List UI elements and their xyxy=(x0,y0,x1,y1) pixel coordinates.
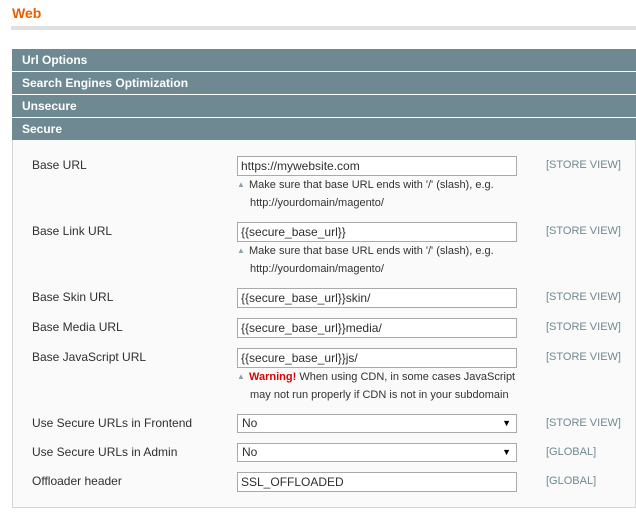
offloader-header-scope: [GLOBAL] xyxy=(546,475,597,487)
note-text: may not run properly if CDN is not in yo… xyxy=(250,389,509,401)
note-text: When using CDN, in some cases JavaScript xyxy=(299,371,516,383)
warning-label: Warning! xyxy=(249,371,297,383)
section-url-options[interactable]: Url Options xyxy=(12,49,636,71)
base-skin-url-scope: [STORE VIEW] xyxy=(546,291,621,303)
base-js-url-input[interactable] xyxy=(237,348,517,368)
note-text: Make sure that base URL ends with '/' (s… xyxy=(249,245,494,257)
base-url-note: ▲ Make sure that base URL ends with '/' (… xyxy=(237,176,527,212)
base-link-url-note: ▲ Make sure that base URL ends with '/' (… xyxy=(237,242,527,278)
base-js-url-note: ▲ Warning! When using CDN, in some cases … xyxy=(237,368,527,404)
title-divider xyxy=(11,26,636,30)
note-text: Make sure that base URL ends with '/' (s… xyxy=(249,179,494,191)
section-unsecure[interactable]: Unsecure xyxy=(12,95,636,117)
use-secure-admin-scope: [GLOBAL] xyxy=(546,446,597,458)
base-url-input[interactable] xyxy=(237,156,517,176)
use-secure-frontend-scope: [STORE VIEW] xyxy=(546,417,621,429)
use-secure-frontend-select[interactable]: No ▼ xyxy=(237,414,517,433)
base-url-label: Base URL xyxy=(32,158,87,172)
base-link-url-label: Base Link URL xyxy=(32,224,113,238)
section-label: Unsecure xyxy=(22,99,77,113)
base-js-url-label: Base JavaScript URL xyxy=(32,350,147,364)
note-text: http://yourdomain/magento/ xyxy=(250,263,384,275)
section-secure[interactable]: Secure xyxy=(12,118,636,140)
base-link-url-input[interactable] xyxy=(237,222,517,242)
section-seo[interactable]: Search Engines Optimization xyxy=(12,72,636,94)
arrow-down-icon: ▼ xyxy=(502,418,511,428)
use-secure-frontend-label: Use Secure URLs in Frontend xyxy=(32,416,193,430)
section-label: Search Engines Optimization xyxy=(22,76,189,90)
arrow-down-icon: ▼ xyxy=(502,447,511,457)
section-label: Url Options xyxy=(22,53,88,67)
triangle-up-icon: ▲ xyxy=(237,246,245,255)
section-label: Secure xyxy=(22,122,63,136)
base-link-url-scope: [STORE VIEW] xyxy=(546,225,621,237)
base-js-url-scope: [STORE VIEW] xyxy=(546,351,621,363)
select-value: No xyxy=(242,416,258,430)
base-url-scope: [STORE VIEW] xyxy=(546,159,621,171)
triangle-up-icon: ▲ xyxy=(237,372,245,381)
page-title: Web xyxy=(12,5,42,21)
base-skin-url-label: Base Skin URL xyxy=(32,290,114,304)
triangle-up-icon: ▲ xyxy=(237,180,245,189)
offloader-header-label: Offloader header xyxy=(32,474,122,488)
select-value: No xyxy=(242,445,258,459)
base-media-url-scope: [STORE VIEW] xyxy=(546,321,621,333)
base-skin-url-input[interactable] xyxy=(237,288,517,308)
offloader-header-input[interactable] xyxy=(237,472,517,492)
base-media-url-input[interactable] xyxy=(237,318,517,338)
use-secure-admin-label: Use Secure URLs in Admin xyxy=(32,445,178,459)
note-text: http://yourdomain/magento/ xyxy=(250,197,384,209)
use-secure-admin-select[interactable]: No ▼ xyxy=(237,443,517,462)
base-media-url-label: Base Media URL xyxy=(32,320,123,334)
